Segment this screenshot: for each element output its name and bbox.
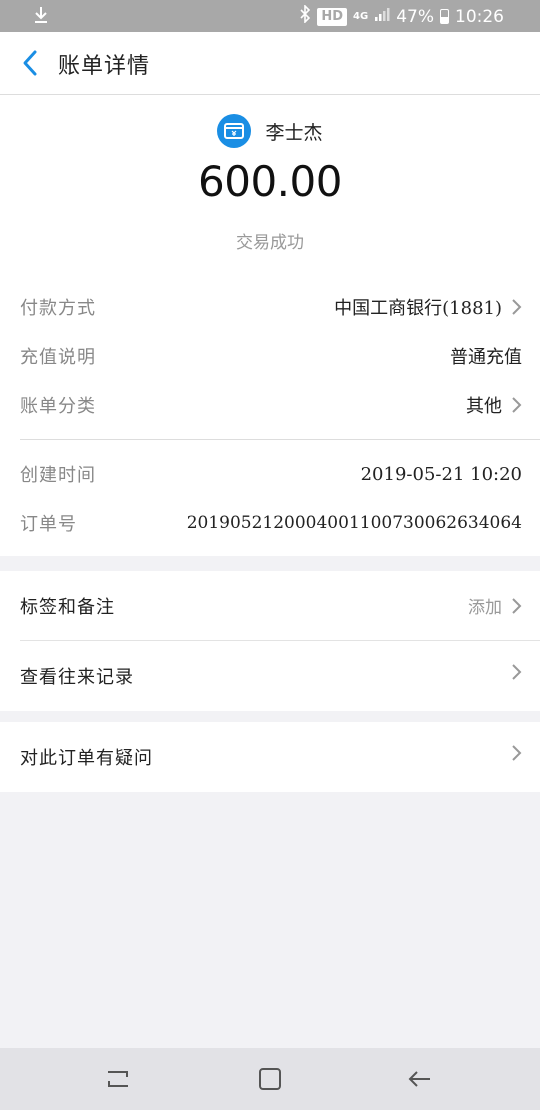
- recharge-note-row: 充值说明 普通充值: [20, 341, 522, 371]
- divider: [20, 439, 540, 440]
- network-type: 4G: [353, 10, 369, 22]
- home-icon: [259, 1068, 281, 1090]
- chevron-right-icon: [512, 299, 522, 315]
- chevron-left-icon: [23, 50, 37, 76]
- detail-label: 账单分类: [20, 396, 96, 417]
- detail-value: 2019052120004001100730062634064: [186, 513, 522, 533]
- signal-icon: [374, 6, 390, 27]
- detail-label: 创建时间: [20, 465, 96, 486]
- transaction-status: 交易成功: [236, 233, 304, 253]
- detail-value: 其他: [466, 396, 502, 417]
- amount: 600.00: [198, 157, 342, 206]
- battery-percent: 47%: [396, 6, 434, 27]
- bluetooth-icon: [299, 4, 311, 28]
- detail-value: 2019-05-21 10:20: [360, 463, 522, 485]
- payee: 李士杰: [0, 113, 540, 149]
- system-back-button[interactable]: [405, 1064, 435, 1094]
- battery-icon: [440, 9, 449, 24]
- page-title: 账单详情: [58, 54, 151, 79]
- payment-method-row[interactable]: 付款方式 中国工商银行(1881): [20, 292, 522, 322]
- chevron-right-icon: [512, 664, 522, 680]
- created-time-row: 创建时间 2019-05-21 10:20: [20, 459, 522, 489]
- system-nav-bar: [0, 1048, 540, 1110]
- payee-name: 李士杰: [265, 121, 323, 144]
- app-header: 账单详情: [0, 32, 540, 95]
- tags-notes-row[interactable]: 标签和备注 添加: [0, 571, 540, 641]
- action-label: 对此订单有疑问: [20, 748, 153, 769]
- home-button[interactable]: [255, 1064, 285, 1094]
- recent-apps-button[interactable]: [103, 1064, 133, 1094]
- order-number-row: 订单号 2019052120004001100730062634064: [20, 508, 522, 538]
- bill-category-row[interactable]: 账单分类 其他: [20, 390, 522, 420]
- action-label: 标签和备注: [20, 597, 115, 618]
- view-history-row[interactable]: 查看往来记录: [0, 641, 540, 711]
- action-label: 查看往来记录: [20, 667, 134, 688]
- action-value: 添加: [468, 598, 502, 618]
- order-question-row[interactable]: 对此订单有疑问: [0, 722, 540, 792]
- chevron-right-icon: [512, 597, 522, 614]
- chevron-right-icon: [512, 397, 522, 413]
- detail-label: 付款方式: [20, 298, 96, 319]
- bill-detail-card: 李士杰 600.00 交易成功 付款方式 中国工商银行(1881) 充值说明 普…: [0, 95, 540, 556]
- detail-label: 订单号: [20, 514, 77, 535]
- clock: 10:26: [455, 6, 504, 27]
- recharge-icon: [217, 114, 252, 148]
- download-icon: [33, 6, 49, 29]
- chevron-right-icon: [512, 745, 522, 761]
- status-bar: HD 4G 47% 10:26: [0, 0, 540, 32]
- back-arrow-icon: [408, 1071, 430, 1087]
- detail-label: 充值说明: [20, 347, 96, 368]
- detail-value: 普通充值: [450, 347, 522, 368]
- back-button[interactable]: [16, 48, 46, 78]
- recent-apps-icon: [108, 1071, 128, 1087]
- detail-value: 中国工商银行(1881): [334, 298, 502, 319]
- hd-badge: HD: [317, 7, 348, 26]
